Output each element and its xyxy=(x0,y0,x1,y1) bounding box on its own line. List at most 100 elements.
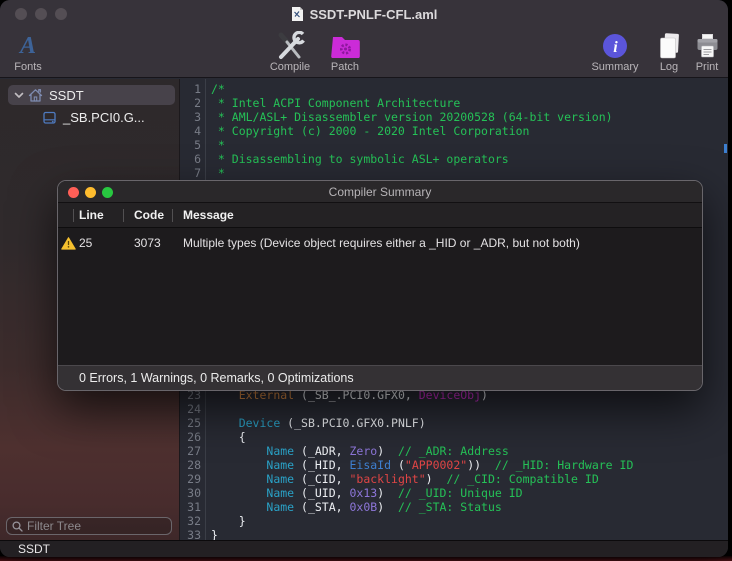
summary-close-button[interactable] xyxy=(68,187,79,198)
code-line[interactable]: 6 * Disassembling to symbolic ASL+ opera… xyxy=(180,152,728,166)
path-bar: SSDT xyxy=(0,540,728,557)
code-line[interactable]: 28 Name (_HID, EisaId ("APP0002")) // _H… xyxy=(180,458,728,472)
home-icon xyxy=(28,88,43,103)
line-number: 1 xyxy=(180,82,201,96)
print-label: Print xyxy=(696,62,719,73)
code-line[interactable]: 4 * Copyright (c) 2000 - 2020 Intel Corp… xyxy=(180,124,728,138)
svg-text:i: i xyxy=(613,39,618,56)
code-text: Device (_SB.PCI0.GFX0.PNLF) xyxy=(201,416,426,430)
document-icon[interactable] xyxy=(291,6,304,22)
summary-table-row[interactable]: 253073Multiple types (Device object requ… xyxy=(58,232,702,254)
line-number: 27 xyxy=(180,444,201,458)
line-number: 33 xyxy=(180,528,201,540)
summary-table-header: Line Code Message xyxy=(58,203,702,228)
summary-titlebar[interactable]: Compiler Summary xyxy=(58,181,702,203)
summary-zoom-button[interactable] xyxy=(102,187,113,198)
sidebar-child-label: _SB.PCI0.G... xyxy=(63,110,145,125)
line-number: 3 xyxy=(180,110,201,124)
device-drive-icon xyxy=(42,110,57,125)
print-icon xyxy=(694,31,721,61)
line-number: 29 xyxy=(180,472,201,486)
code-text: } xyxy=(201,514,246,528)
compile-button[interactable]: Compile xyxy=(266,31,314,73)
summary-status-text: 0 Errors, 1 Warnings, 0 Remarks, 0 Optim… xyxy=(79,371,354,385)
code-text: } xyxy=(201,528,218,540)
code-text: * Disassembling to symbolic ASL+ operato… xyxy=(201,152,509,166)
titlebar[interactable]: SSDT-PNLF-CFL.aml xyxy=(0,0,728,28)
summary-window-title: Compiler Summary xyxy=(329,185,432,199)
column-header-line[interactable]: Line xyxy=(78,208,128,222)
patch-label: Patch xyxy=(331,62,359,73)
filter-tree-field[interactable] xyxy=(6,517,172,535)
warning-icon xyxy=(58,237,78,250)
code-block-top: 1/*2 * Intel ACPI Component Architecture… xyxy=(180,82,728,180)
line-number: 32 xyxy=(180,514,201,528)
code-text: Name (_CID, "backlight") // _CID: Compat… xyxy=(201,472,599,486)
code-line[interactable]: 30 Name (_UID, 0x13) // _UID: Unique ID xyxy=(180,486,728,500)
fonts-icon: A xyxy=(20,33,36,59)
line-number: 31 xyxy=(180,500,201,514)
summary-minimize-button[interactable] xyxy=(85,187,96,198)
line-number: 6 xyxy=(180,152,201,166)
compile-icon xyxy=(275,31,305,61)
code-text: Name (_UID, 0x13) // _UID: Unique ID xyxy=(201,486,523,500)
code-text: { xyxy=(201,430,246,444)
code-line[interactable]: 24 xyxy=(180,402,728,416)
cell-code: 3073 xyxy=(128,236,177,250)
patch-button[interactable]: Patch xyxy=(324,31,366,73)
window-title: SSDT-PNLF-CFL.aml xyxy=(310,7,438,22)
code-line[interactable]: 2 * Intel ACPI Component Architecture xyxy=(180,96,728,110)
summary-info-icon: i xyxy=(602,31,628,61)
summary-table-body: 253073Multiple types (Device object requ… xyxy=(58,228,702,365)
code-text: * xyxy=(201,166,225,180)
scrollbar-indicator[interactable] xyxy=(724,144,727,153)
line-number: 2 xyxy=(180,96,201,110)
code-text: * Intel ACPI Component Architecture xyxy=(201,96,460,110)
code-line[interactable]: 33} xyxy=(180,528,728,540)
code-line[interactable]: 27 Name (_ADR, Zero) // _ADR: Address xyxy=(180,444,728,458)
line-number: 28 xyxy=(180,458,201,472)
log-label: Log xyxy=(660,62,678,73)
minimize-button[interactable] xyxy=(35,8,47,20)
line-number: 24 xyxy=(180,402,201,416)
search-icon xyxy=(12,521,23,532)
code-line[interactable]: 5 * xyxy=(180,138,728,152)
code-text: Name (_HID, EisaId ("APP0002")) // _HID:… xyxy=(201,458,633,472)
compile-label: Compile xyxy=(270,62,310,73)
toolbar: A Fonts Compile xyxy=(0,28,728,78)
cell-line: 25 xyxy=(78,236,128,250)
column-header-code[interactable]: Code xyxy=(128,208,177,222)
summary-traffic-lights xyxy=(68,187,113,198)
code-block-bottom: 23 External (_SB_.PCI0.GFX0, DeviceObj)2… xyxy=(180,388,728,540)
sidebar-item-device-scope[interactable]: _SB.PCI0.G... xyxy=(8,107,175,127)
line-number: 26 xyxy=(180,430,201,444)
code-line[interactable]: 1/* xyxy=(180,82,728,96)
print-button[interactable]: Print xyxy=(690,31,724,73)
code-line[interactable]: 25 Device (_SB.PCI0.GFX0.PNLF) xyxy=(180,416,728,430)
code-line[interactable]: 3 * AML/ASL+ Disassembler version 202005… xyxy=(180,110,728,124)
patch-icon xyxy=(331,31,360,61)
line-number: 5 xyxy=(180,138,201,152)
sidebar-item-ssdt-root[interactable]: SSDT xyxy=(8,85,175,105)
summary-label: Summary xyxy=(591,62,638,73)
desktop: SSDT-PNLF-CFL.aml A Fonts Compile xyxy=(0,0,732,561)
cell-message: Multiple types (Device object requires e… xyxy=(177,236,702,250)
fonts-label: Fonts xyxy=(14,62,42,73)
chevron-down-icon[interactable] xyxy=(14,92,24,99)
code-line[interactable]: 32 } xyxy=(180,514,728,528)
code-line[interactable]: 26 { xyxy=(180,430,728,444)
close-button[interactable] xyxy=(15,8,27,20)
code-line[interactable]: 29 Name (_CID, "backlight") // _CID: Com… xyxy=(180,472,728,486)
code-line[interactable]: 7 * xyxy=(180,166,728,180)
path-item-ssdt[interactable]: SSDT xyxy=(18,542,50,556)
filter-tree-input[interactable] xyxy=(27,519,182,533)
zoom-button[interactable] xyxy=(55,8,67,20)
summary-status-bar: 0 Errors, 1 Warnings, 0 Remarks, 0 Optim… xyxy=(58,365,702,390)
code-line[interactable]: 31 Name (_STA, 0x0B) // _STA: Status xyxy=(180,500,728,514)
line-number: 7 xyxy=(180,166,201,180)
code-text: /* xyxy=(201,82,225,96)
fonts-button[interactable]: A Fonts xyxy=(8,31,48,73)
log-button[interactable]: Log xyxy=(653,31,685,73)
column-header-message[interactable]: Message xyxy=(177,208,702,222)
summary-button[interactable]: i Summary xyxy=(588,31,642,73)
